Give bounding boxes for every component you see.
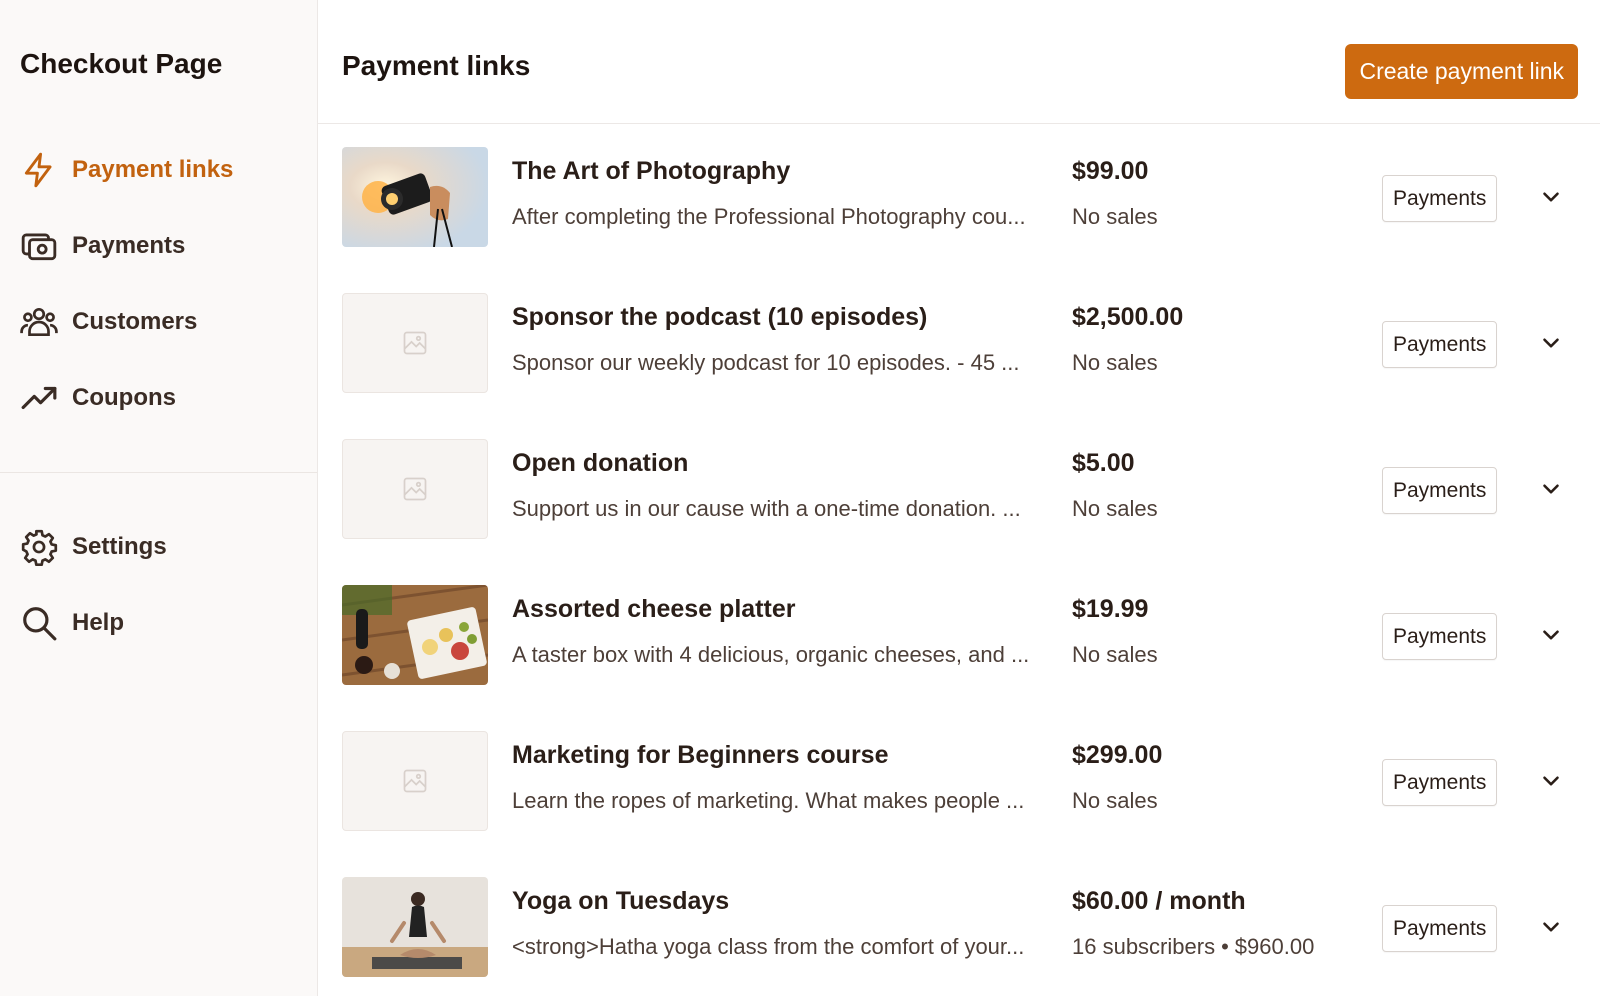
link-price: $60.00 / month	[1072, 887, 1246, 915]
image-placeholder	[342, 731, 488, 831]
image-icon	[403, 331, 427, 355]
link-info: The Art of Photography After completing …	[512, 147, 1072, 230]
list-item[interactable]: Marketing for Beginners course Learn the…	[342, 708, 1600, 854]
payments-button[interactable]: Payments	[1382, 467, 1498, 514]
separator-dot: •	[1221, 934, 1229, 959]
brand-title: Checkout Page	[20, 48, 223, 79]
payments-button[interactable]: Payments	[1382, 905, 1498, 952]
sidebar-item-payment-links[interactable]: Payment links	[0, 132, 317, 208]
chevron-down-icon[interactable]	[1538, 768, 1564, 794]
chevron-down-icon[interactable]	[1538, 476, 1564, 502]
chevron-down-icon[interactable]	[1538, 330, 1564, 356]
list-item[interactable]: Sponsor the podcast (10 episodes) Sponso…	[342, 270, 1600, 416]
link-title[interactable]: Open donation	[512, 449, 1072, 478]
chevron-down-icon[interactable]	[1538, 184, 1564, 210]
link-description: Learn the ropes of marketing. What makes…	[512, 788, 1025, 813]
link-pricing: $99.00 No sales	[1072, 147, 1352, 230]
sidebar-item-payments[interactable]: Payments	[0, 208, 317, 284]
link-title[interactable]: Yoga on Tuesdays	[512, 887, 1072, 916]
payments-button[interactable]: Payments	[1382, 759, 1498, 806]
link-sales: No sales	[1072, 204, 1158, 229]
secondary-nav: Settings Help	[0, 509, 317, 661]
yoga-image	[342, 877, 488, 977]
chevron-down-icon[interactable]	[1538, 622, 1564, 648]
link-sales: No sales	[1072, 350, 1158, 375]
sidebar-item-label: Payments	[72, 232, 186, 259]
payment-links-list: The Art of Photography After completing …	[318, 124, 1600, 996]
link-description: After completing the Professional Photog…	[512, 204, 1026, 229]
link-title[interactable]: Marketing for Beginners course	[512, 741, 1072, 770]
link-info: Sponsor the podcast (10 episodes) Sponso…	[512, 293, 1072, 376]
page-header: Payment links Create payment link	[318, 0, 1600, 124]
search-icon	[20, 602, 62, 644]
link-info: Open donation Support us in our cause wi…	[512, 439, 1072, 522]
link-price: $19.99	[1072, 595, 1149, 623]
chevron-down-icon[interactable]	[1538, 914, 1564, 940]
cheese-platter-image	[342, 585, 488, 685]
sidebar-item-label: Coupons	[72, 384, 176, 411]
sidebar-item-help[interactable]: Help	[0, 585, 317, 661]
link-title[interactable]: Sponsor the podcast (10 episodes)	[512, 303, 1072, 332]
photo-camera-image	[342, 147, 488, 247]
link-pricing: $299.00 No sales	[1072, 731, 1352, 814]
image-icon	[403, 477, 427, 501]
image-placeholder	[342, 293, 488, 393]
sidebar-item-settings[interactable]: Settings	[0, 509, 317, 585]
link-sales: No sales	[1072, 496, 1158, 521]
sidebar-item-customers[interactable]: Customers	[0, 284, 317, 360]
payments-icon	[20, 225, 62, 267]
link-sales: No sales	[1072, 642, 1158, 667]
link-sales: 16 subscribers • $960.00	[1072, 934, 1352, 960]
sidebar-item-label: Help	[72, 609, 125, 636]
sidebar-item-label: Payment links	[72, 156, 234, 183]
payments-button[interactable]: Payments	[1382, 321, 1498, 368]
sidebar-item-coupons[interactable]: Coupons	[0, 360, 317, 436]
link-pricing: $60.00 / month 16 subscribers • $960.00	[1072, 877, 1352, 960]
main-content: Payment links Create payment link The Ar…	[318, 0, 1600, 996]
link-description: Sponsor our weekly podcast for 10 episod…	[512, 350, 1020, 375]
link-sales: No sales	[1072, 788, 1158, 813]
customers-icon	[20, 301, 62, 343]
subscription-total: $960.00	[1234, 934, 1315, 959]
payments-button[interactable]: Payments	[1382, 613, 1498, 660]
list-item[interactable]: Yoga on Tuesdays <strong>Hatha yoga clas…	[342, 854, 1600, 996]
link-info: Marketing for Beginners course Learn the…	[512, 731, 1072, 814]
link-pricing: $19.99 No sales	[1072, 585, 1352, 668]
sidebar: Checkout Page Payment links Payments Cus…	[0, 0, 318, 996]
link-description: Support us in our cause with a one-time …	[512, 496, 1021, 521]
link-title[interactable]: The Art of Photography	[512, 157, 1072, 186]
image-icon	[403, 769, 427, 793]
lightning-icon	[20, 149, 62, 191]
list-item[interactable]: Assorted cheese platter A taster box wit…	[342, 562, 1600, 708]
link-pricing: $2,500.00 No sales	[1072, 293, 1352, 376]
list-item[interactable]: Open donation Support us in our cause wi…	[342, 416, 1600, 562]
create-payment-link-button[interactable]: Create payment link	[1345, 44, 1578, 99]
link-description: <strong>Hatha yoga class from the comfor…	[512, 934, 1025, 959]
page-title: Payment links	[342, 50, 531, 81]
subscriber-count: 16 subscribers	[1072, 934, 1216, 959]
link-description: A taster box with 4 delicious, organic c…	[512, 642, 1030, 667]
image-placeholder	[342, 439, 488, 539]
gear-icon	[20, 526, 62, 568]
link-info: Yoga on Tuesdays <strong>Hatha yoga clas…	[512, 877, 1072, 960]
list-item[interactable]: The Art of Photography After completing …	[342, 124, 1600, 270]
primary-nav: Payment links Payments Customers Coupons	[0, 120, 317, 436]
link-price: $99.00	[1072, 157, 1149, 185]
link-price: $5.00	[1072, 449, 1135, 477]
sidebar-item-label: Settings	[72, 533, 167, 560]
link-price: $299.00	[1072, 741, 1163, 769]
link-info: Assorted cheese platter A taster box wit…	[512, 585, 1072, 668]
sidebar-divider	[0, 472, 317, 473]
sidebar-item-label: Customers	[72, 308, 198, 335]
payments-button[interactable]: Payments	[1382, 175, 1498, 222]
link-pricing: $5.00 No sales	[1072, 439, 1352, 522]
link-price: $2,500.00	[1072, 303, 1184, 331]
link-title[interactable]: Assorted cheese platter	[512, 595, 1072, 624]
app-root: Checkout Page Payment links Payments Cus…	[0, 0, 1600, 996]
trend-up-icon	[20, 377, 62, 419]
